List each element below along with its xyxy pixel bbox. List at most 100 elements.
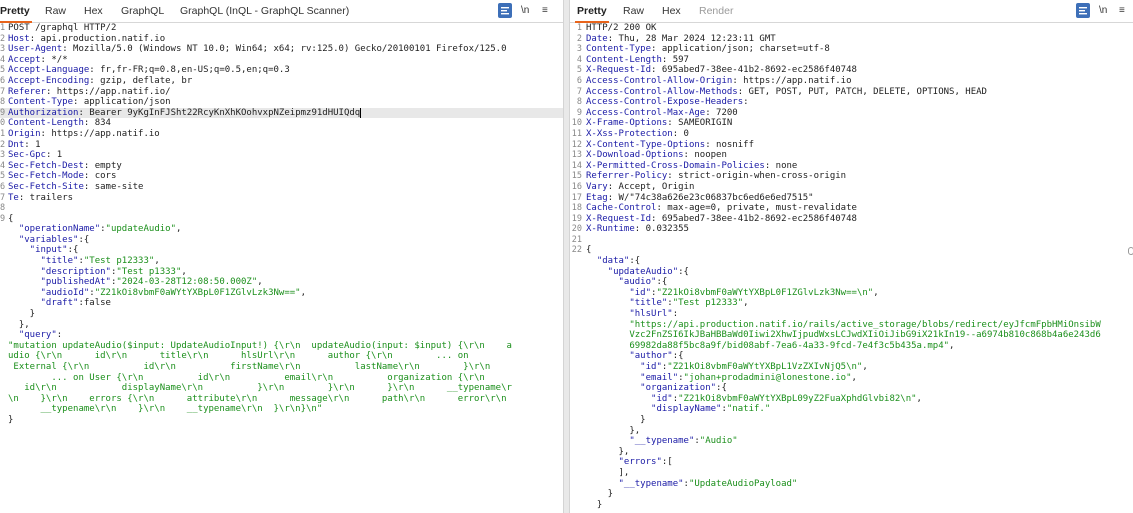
line-text: Content-Length: 597 [586, 55, 689, 66]
code-line: 2 Date: Thu, 28 Mar 2024 12:23:11 GMT [570, 34, 1133, 45]
token-key: "__typename" [586, 478, 684, 489]
code-line: 7 Referer: https://app.natif.io/ [0, 87, 563, 98]
request-tab-pretty[interactable]: Pretty [0, 0, 32, 23]
request-pane: Pretty Raw Hex GraphQL GraphQL (InQL - G… [0, 0, 563, 513]
line-text: User-Agent: Mozilla/5.0 (Windows NT 10.0… [8, 44, 507, 55]
response-tab-render[interactable]: Render [699, 0, 733, 22]
token-text: :{ [716, 383, 727, 394]
line-text: "input":{ [8, 245, 79, 256]
token-key: Content-Length [586, 54, 662, 65]
line-number: 3 [0, 150, 6, 161]
line-text: ], [586, 468, 630, 479]
token-text: : trailers [18, 192, 74, 203]
line-number: 8 [0, 203, 6, 214]
scroll-indicator-icon[interactable] [1128, 247, 1133, 255]
token-text: : 695abed7-38ee-41b2-8692-ec2586f40748 [651, 213, 857, 224]
token-text: } [586, 414, 646, 425]
response-tab-raw[interactable]: Raw [623, 0, 644, 22]
line-text: "errors":[ [586, 457, 673, 468]
line-number: 1 [0, 23, 6, 33]
line-text: } [8, 309, 35, 320]
line-text: Sec-Fetch-Dest: empty [8, 161, 122, 172]
pane-divider[interactable] [563, 0, 570, 513]
code-line: "errors":[ [570, 457, 1133, 468]
token-text: : [672, 309, 679, 320]
token-text: , [300, 287, 307, 298]
line-text: "publishedAt":"2024-03-28T12:08:50.000Z"… [8, 277, 263, 288]
token-key: Content-Type [8, 97, 74, 108]
token-text: }, [586, 425, 641, 436]
line-text: "displayName":"natif." [586, 404, 770, 415]
token-key: "audio" [586, 277, 657, 288]
token-text: :{ [78, 234, 90, 245]
code-line: "https://api.production.natif.io/rails/a… [570, 320, 1133, 331]
request-tab-graphql[interactable]: GraphQL [121, 0, 164, 22]
code-line: External {\r\n id\r\n firstName\r\n last… [0, 362, 563, 373]
newline-toggle-icon[interactable]: \n [521, 3, 529, 18]
line-number: 7 [0, 86, 6, 97]
line-text: } [586, 500, 602, 511]
response-tab-pretty[interactable]: Pretty [575, 0, 609, 23]
line-text: X-Download-Options: noopen [586, 150, 727, 161]
token-key: "organization" [586, 383, 717, 394]
line-text: id\r\n displayName\r\n }\r\n }\r\n }\r\n… [8, 383, 512, 394]
pretty-print-toggle-icon[interactable] [1076, 3, 1090, 18]
token-key: Etag [586, 192, 608, 203]
response-editor[interactable]: 1 HTTP/2 200 OK 2 Date: Thu, 28 Mar 2024 12… [570, 23, 1133, 510]
request-tab-raw[interactable]: Raw [45, 0, 66, 22]
token-text: :{ [67, 245, 79, 256]
line-text: "https://api.production.natif.io/rails/a… [586, 320, 1100, 331]
token-key: X-Runtime [586, 224, 635, 235]
pretty-print-toggle-icon[interactable] [498, 3, 512, 18]
line-number: 11 [571, 128, 582, 139]
code-line: "__typename":"UpdateAudioPayload" [570, 479, 1133, 490]
code-line: 15 Referrer-Policy: strict-origin-when-cr… [570, 171, 1133, 182]
code-line: 69982da88f5bc8a9f/bid08abf-7ea6-4a33-9fc… [570, 341, 1133, 352]
request-tab-inql[interactable]: GraphQL (InQL - GraphQL Scanner) [180, 0, 349, 22]
line-text: __typename\r\n }\r\n __typename\r\n }\r\… [8, 404, 323, 415]
token-text: :[ [661, 457, 673, 468]
code-line: 0 Content-Length: 834 [0, 118, 563, 129]
line-text: Cache-Control: max-age=0, private, must-… [586, 203, 857, 214]
token-text: :{ [656, 277, 668, 288]
response-tab-hex[interactable]: Hex [662, 0, 681, 22]
line-text: Accept-Language: fr,fr-FR;q=0.8,en-US;q=… [8, 65, 290, 76]
line-number: 1 [576, 23, 582, 33]
code-line: 1 POST /graphql HTTP/2 [0, 23, 563, 34]
token-text: : https://app.natif.io/ [45, 86, 171, 97]
token-key: "title" [586, 298, 668, 309]
line-text: Dnt: 1 [8, 140, 41, 151]
token-text: , [154, 256, 160, 267]
token-text: { [586, 245, 592, 256]
token-text: : max-age=0, private, must-revalidate [656, 203, 857, 214]
token-key: Access-Control-Allow-Origin [586, 75, 733, 86]
line-text: Date: Thu, 28 Mar 2024 12:23:11 GMT [586, 34, 776, 45]
token-key: "updateAudio" [586, 266, 679, 277]
code-line: 13 X-Download-Options: noopen [570, 150, 1133, 161]
token-text: : */* [40, 54, 68, 65]
token-text: } [586, 499, 603, 510]
token-key: "__typename" [586, 436, 695, 447]
token-text: : application/json; charset=utf-8 [651, 44, 830, 55]
token-string: "2024-03-28T12:08:50.000Z" [116, 277, 258, 288]
token-text: : gzip, deflate, br [89, 75, 193, 86]
token-key: Accept-Encoding [8, 75, 90, 86]
code-line: "draft":false [0, 298, 563, 309]
token-text: : [743, 97, 749, 108]
token-key: Accept-Language [8, 65, 90, 76]
request-tab-hex[interactable]: Hex [84, 0, 103, 22]
request-editor[interactable]: 1 POST /graphql HTTP/2 2 Host: api.producti… [0, 23, 563, 426]
token-string: id\r\n displayName\r\n }\r\n }\r\n }\r\n… [8, 383, 512, 394]
token-text: :{ [672, 351, 684, 362]
menu-icon[interactable]: ≡ [1119, 3, 1125, 18]
newline-toggle-icon[interactable]: \n [1099, 3, 1107, 18]
token-text: : https://app.natif.io [40, 128, 160, 139]
code-line: 22 { [570, 245, 1133, 256]
code-line: 2 Host: api.production.natif.io [0, 34, 563, 45]
line-number: 13 [571, 150, 582, 161]
token-text: HTTP/2 200 OK [586, 23, 657, 33]
code-line: "mutation updateAudio($input: UpdateAudi… [0, 341, 563, 352]
code-line: "description":"Test p1333", [0, 267, 563, 278]
token-text: : 0.032355 [634, 224, 689, 235]
menu-icon[interactable]: ≡ [542, 3, 548, 18]
